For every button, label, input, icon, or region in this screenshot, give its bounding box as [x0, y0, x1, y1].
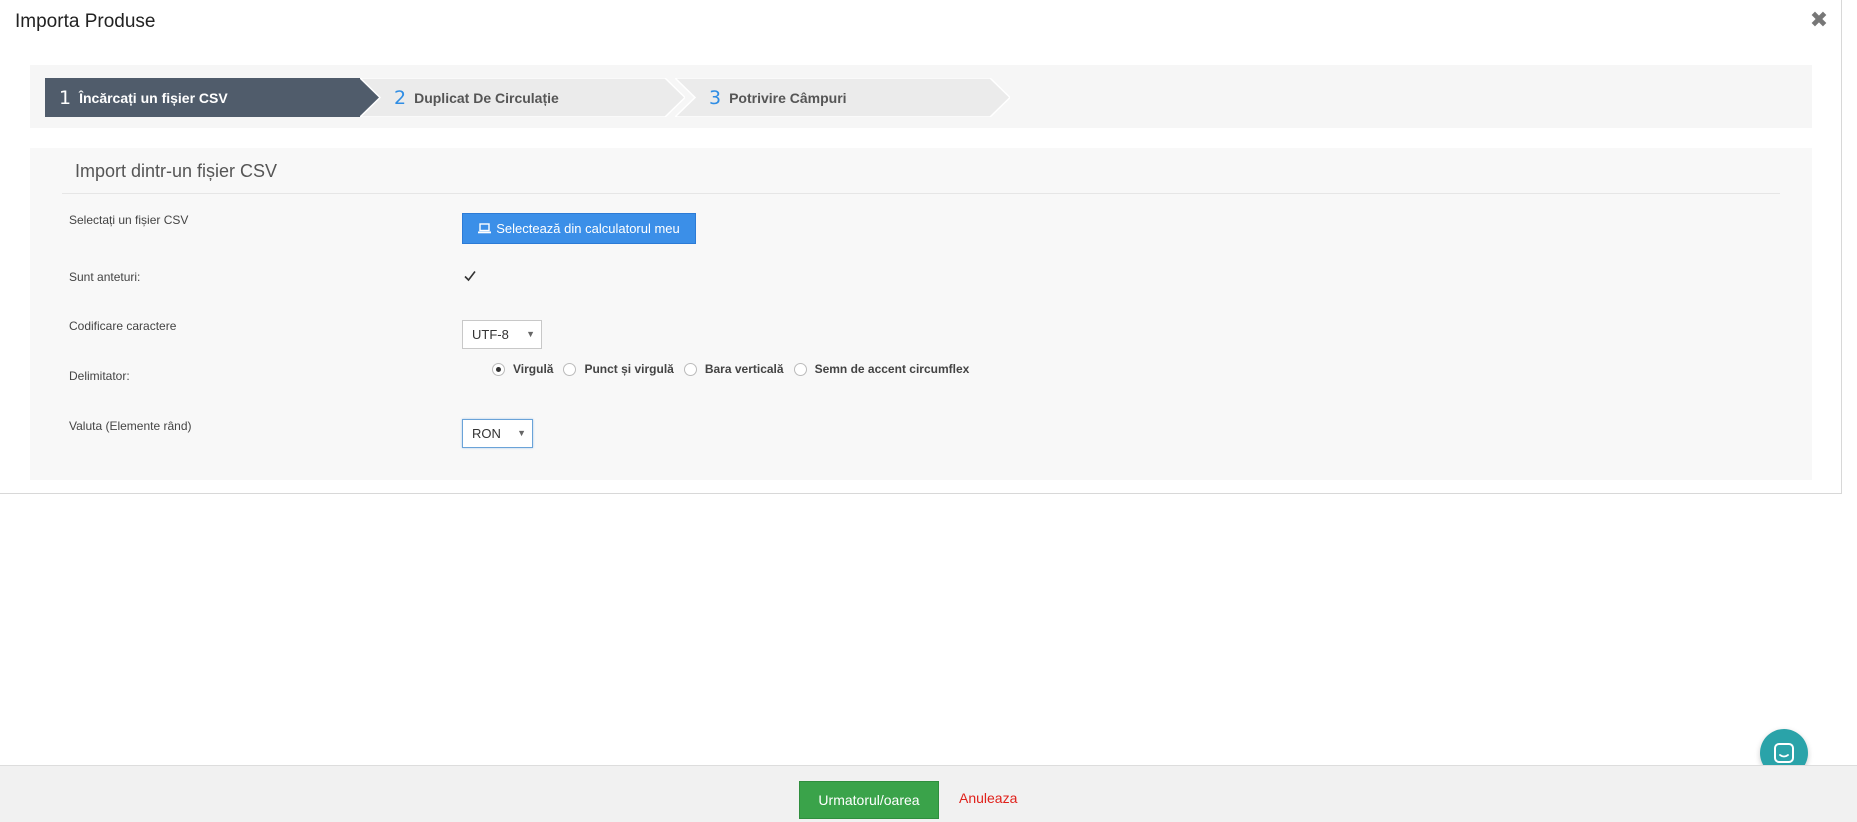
close-icon[interactable]: ✖ — [1808, 8, 1830, 32]
step-2-number: 2 — [394, 86, 407, 109]
step-1-number: 1 — [59, 86, 72, 109]
panel-divider — [62, 193, 1780, 194]
file-label: Selectați un fișier CSV — [69, 213, 189, 227]
encoding-value: UTF-8 — [472, 327, 509, 342]
laptop-icon — [478, 223, 492, 234]
encoding-label: Codificare caractere — [69, 319, 177, 333]
delimiter-option-label: Semn de accent circumflex — [814, 362, 970, 376]
wizard-step-3[interactable]: 3 Potrivire Câmpuri — [675, 78, 1010, 117]
check-icon — [464, 271, 476, 282]
delimiter-label: Delimitator: — [69, 369, 130, 383]
select-file-button-label: Selectează din calculatorul meu — [496, 221, 680, 236]
modal-title: Importa Produse — [15, 11, 156, 32]
next-button[interactable]: Urmatorul/oarea — [799, 781, 939, 819]
radio-semicolon[interactable] — [563, 362, 577, 376]
chevron-down-icon: ▼ — [517, 428, 526, 438]
cancel-link[interactable]: Anuleaza — [959, 790, 1017, 806]
chat-icon — [1774, 743, 1794, 763]
panel-title: Import dintr-un fișier CSV — [75, 161, 278, 181]
encoding-select[interactable]: UTF-8 ▼ — [462, 320, 542, 349]
radio-caret[interactable] — [793, 362, 807, 376]
delimiter-option-pipe[interactable]: Bara verticală — [683, 362, 784, 376]
delimiter-option-label: Virgulă — [513, 362, 554, 376]
currency-value: RON — [472, 426, 501, 441]
delimiter-option-caret[interactable]: Semn de accent circumflex — [793, 362, 970, 376]
modal-footer: Urmatorul/oarea Anuleaza — [0, 765, 1857, 822]
wizard-steps: 1 Încărcați un fișier CSV 2 Duplicat De … — [30, 65, 1812, 128]
headers-checkbox[interactable] — [462, 268, 478, 284]
step-3-number: 3 — [709, 86, 722, 109]
delimiter-option-label: Punct și virgulă — [584, 362, 674, 376]
delimiter-radio-group: Virgulă Punct și virgulă Bara verticală … — [492, 362, 979, 376]
select-file-button[interactable]: Selectează din calculatorul meu — [462, 213, 696, 244]
radio-comma[interactable] — [492, 362, 505, 376]
radio-pipe[interactable] — [683, 362, 697, 376]
step-2-label: Duplicat De Circulație — [414, 89, 559, 106]
currency-label: Valuta (Elemente rând) — [69, 419, 192, 433]
import-panel: Import dintr-un fișier CSV Selectați un … — [30, 148, 1812, 480]
step-3-label: Potrivire Câmpuri — [729, 89, 847, 106]
chevron-down-icon: ▼ — [526, 329, 535, 339]
headers-label: Sunt anteturi: — [69, 270, 141, 284]
delimiter-option-label: Bara verticală — [704, 362, 784, 376]
wizard-step-1[interactable]: 1 Încărcați un fișier CSV — [45, 78, 380, 117]
step-1-label: Încărcați un fișier CSV — [79, 89, 228, 106]
currency-select[interactable]: RON ▼ — [462, 419, 533, 448]
import-modal: Importa Produse ✖ 1 Încărcați un fișier … — [0, 0, 1842, 494]
delimiter-option-comma[interactable]: Virgulă — [492, 362, 553, 376]
delimiter-option-semicolon[interactable]: Punct și virgulă — [563, 362, 674, 376]
wizard-step-2[interactable]: 2 Duplicat De Circulație — [360, 78, 685, 117]
